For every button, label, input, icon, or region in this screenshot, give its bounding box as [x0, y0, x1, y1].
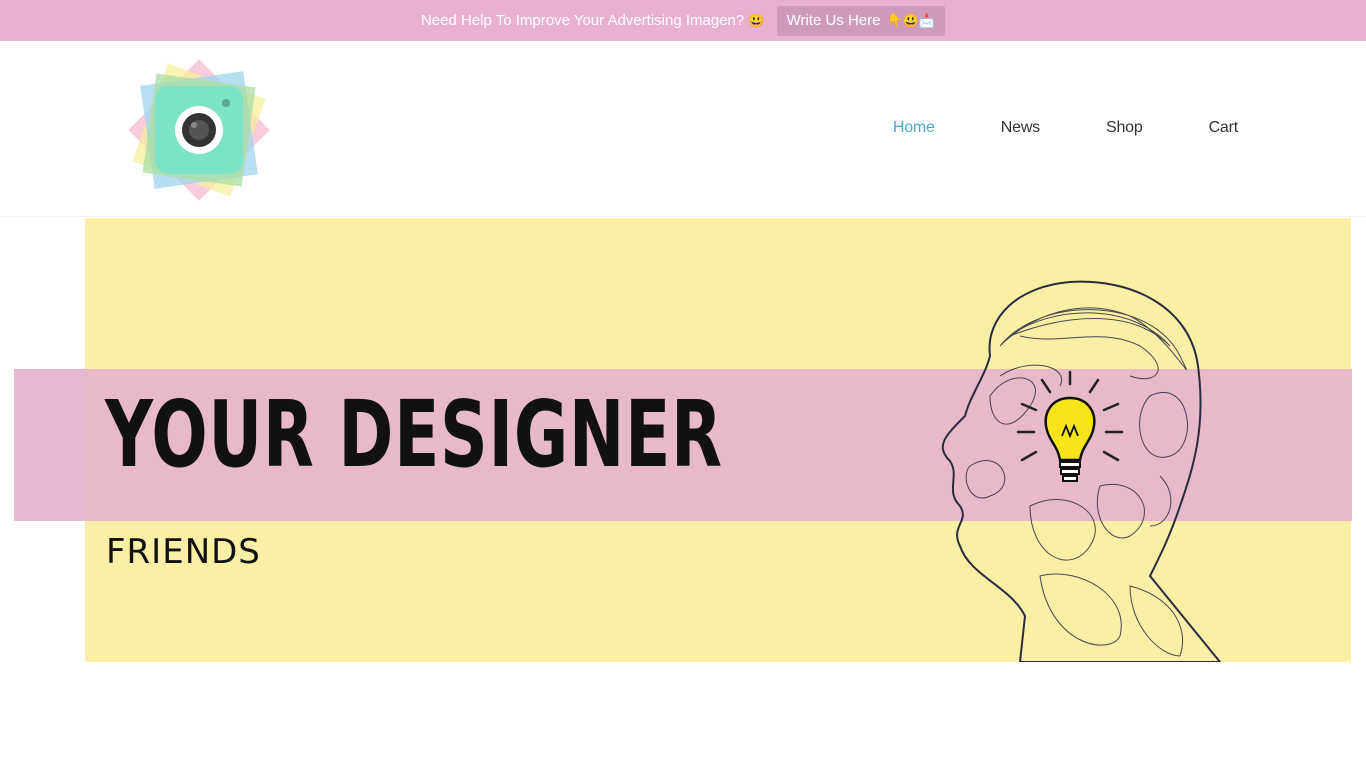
announcement-bar: Need Help To Improve Your Advertising Im…: [0, 0, 1366, 41]
announcement-text: Need Help To Improve Your Advertising Im…: [420, 12, 745, 29]
head-lightbulb-icon: [930, 276, 1230, 663]
nav-cart[interactable]: Cart: [1209, 119, 1239, 137]
announcement-message: Need Help To Improve Your Advertising Im…: [421, 12, 765, 29]
nav-news[interactable]: News: [1001, 119, 1040, 137]
hero-subline: FRIENDS: [106, 532, 261, 572]
smile-emoji-icon: 😃: [748, 13, 765, 28]
hero-band-left-accent: [14, 369, 85, 521]
site-header: Home News Shop Cart: [0, 41, 1366, 217]
nav-home[interactable]: Home: [893, 119, 935, 137]
write-us-button[interactable]: Write Us Here 👇😃📩: [776, 5, 946, 36]
write-us-label: Write Us Here: [786, 12, 881, 29]
main-nav: Home News Shop Cart: [827, 119, 1238, 137]
camera-logo-icon[interactable]: [124, 55, 274, 205]
nav-shop[interactable]: Shop: [1106, 119, 1143, 137]
hero-headline: YOUR DESIGNER: [105, 381, 723, 488]
write-us-emoji-icons: 👇😃📩: [886, 12, 936, 28]
